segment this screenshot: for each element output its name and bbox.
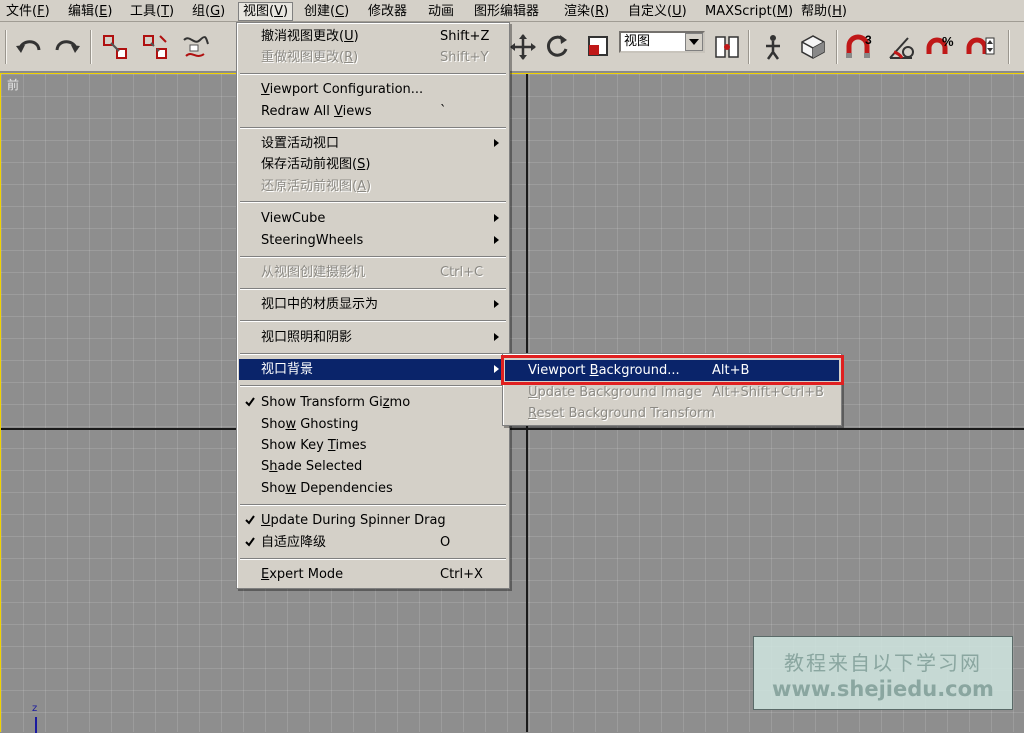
menu-maxscript[interactable]: MAXScript(M) [701, 2, 797, 21]
submenu-arrow-icon [494, 365, 499, 373]
menu-item-update-background-image[interactable]: Update Background Image Alt+Shift+Ctrl+B [505, 382, 839, 403]
menu-tools[interactable]: 工具(T) [126, 2, 178, 21]
highlight-callout-box [501, 355, 844, 385]
menu-item-save-active-view[interactable]: 保存活动前视图(S) [239, 154, 507, 175]
snaps-toggle-icon[interactable]: 3 [842, 30, 876, 64]
keyboard-shortcut-override-icon[interactable] [796, 30, 830, 64]
menu-separator [240, 320, 506, 322]
menu-edit[interactable]: 编辑(E) [64, 2, 116, 21]
redo-icon[interactable] [50, 30, 84, 64]
toolbar-separator [90, 30, 92, 64]
checkmark-icon [245, 537, 255, 547]
snap-dimension-label: 3 [865, 33, 872, 47]
unlink-selection-icon[interactable] [138, 30, 172, 64]
shortcut-label: Alt+Shift+Ctrl+B [712, 385, 824, 400]
select-and-move-icon[interactable] [506, 30, 540, 64]
menu-item-create-camera-from-view[interactable]: 从视图创建摄影机 Ctrl+C [239, 262, 507, 283]
menu-item-adaptive-degradation[interactable]: 自适应降级 O [239, 532, 507, 553]
menu-item-material-display[interactable]: 视口中的材质显示为 [239, 294, 507, 315]
toolbar-separator [1008, 30, 1010, 64]
angle-snap-toggle-icon[interactable] [884, 30, 918, 64]
select-and-manipulate-icon[interactable] [756, 30, 790, 64]
submenu-arrow-icon [494, 300, 499, 308]
horizontal-world-axis [1, 428, 1024, 430]
menu-group[interactable]: 组(G) [188, 2, 229, 21]
toolbar-separator [748, 30, 750, 64]
shortcut-label: O [440, 535, 451, 550]
menu-item-restore-active-view[interactable]: 还原活动前视图(A) [239, 176, 507, 197]
checkmark-icon [245, 515, 255, 525]
menu-item-expert-mode[interactable]: Expert Mode Ctrl+X [239, 564, 507, 585]
submenu-arrow-icon [494, 214, 499, 222]
menu-separator [240, 385, 506, 387]
submenu-arrow-icon [494, 139, 499, 147]
undo-icon[interactable] [12, 30, 46, 64]
axis-tripod-z-label: z [32, 703, 38, 714]
menu-item-viewport-background[interactable]: 视口背景 [239, 359, 507, 380]
axis-tripod-z-line [35, 717, 37, 733]
menu-item-show-dependencies[interactable]: Show Dependencies [239, 478, 507, 499]
shortcut-label: Shift+Z [440, 29, 490, 44]
svg-text:%: % [942, 34, 954, 49]
menu-help[interactable]: 帮助(H) [797, 2, 851, 21]
percent-snap-toggle-icon[interactable]: % [924, 30, 958, 64]
menu-item-redraw-all-views[interactable]: Redraw All Views ` [239, 101, 507, 122]
submenu-arrow-icon [494, 236, 499, 244]
shortcut-label: Ctrl+C [440, 265, 484, 280]
menu-views[interactable]: 视图(V) [238, 2, 294, 21]
menu-item-steeringwheels[interactable]: SteeringWheels [239, 230, 507, 251]
menu-item-redo-view-change[interactable]: 重做视图更改(R) Shift+Y [239, 47, 507, 68]
submenu-arrow-icon [494, 333, 499, 341]
menu-separator [240, 127, 506, 129]
menu-separator [240, 201, 506, 203]
reference-coordinate-value: 视图 [624, 34, 651, 49]
menu-item-viewcube[interactable]: ViewCube [239, 208, 507, 229]
menu-item-undo-view-change[interactable]: 撤消视图更改(U) Shift+Z [239, 26, 507, 47]
menu-rendering[interactable]: 渲染(R) [560, 2, 613, 21]
menu-item-update-during-spinner-drag[interactable]: Update During Spinner Drag [239, 510, 507, 531]
menu-separator [240, 353, 506, 355]
menu-item-shade-selected[interactable]: Shade Selected [239, 456, 507, 477]
menu-separator [240, 288, 506, 290]
menu-create[interactable]: 创建(C) [300, 2, 353, 21]
toolbar-separator [836, 30, 838, 64]
shortcut-label: ` [440, 104, 447, 119]
menu-item-reset-background-transform[interactable]: Reset Background Transform [505, 403, 839, 424]
toolbar-grip [5, 30, 7, 64]
select-and-rotate-icon[interactable] [540, 30, 574, 64]
menu-item-show-ghosting[interactable]: Show Ghosting [239, 414, 507, 435]
shortcut-label: Shift+Y [440, 50, 489, 65]
menu-separator [240, 256, 506, 258]
menu-separator [240, 73, 506, 75]
viewport-label[interactable]: 前 [7, 76, 19, 93]
menu-bar: 文件(F) 编辑(E) 工具(T) 组(G) 视图(V) 创建(C) 修改器 动… [0, 0, 1024, 22]
menu-item-viewport-configuration[interactable]: Viewport Configuration... [239, 79, 507, 100]
menu-item-show-key-times[interactable]: Show Key Times [239, 435, 507, 456]
select-and-link-icon[interactable] [98, 30, 132, 64]
bind-to-space-warp-icon[interactable] [178, 30, 212, 64]
menu-customize[interactable]: 自定义(U) [624, 2, 691, 21]
watermark: 教程来自以下学习网 www.shejiedu.com [753, 636, 1013, 710]
menu-item-show-transform-gizmo[interactable]: Show Transform Gizmo [239, 392, 507, 413]
chevron-down-icon[interactable] [685, 33, 703, 51]
menu-graph-editors[interactable]: 图形编辑器 [470, 2, 543, 21]
menu-separator [240, 558, 506, 560]
reference-coordinate-dropdown[interactable]: 视图 [619, 31, 705, 53]
menu-item-lighting-and-shadows[interactable]: 视口照明和阴影 [239, 327, 507, 348]
menu-item-set-active-viewport[interactable]: 设置活动视口 [239, 133, 507, 154]
main-toolbar: 视图 3 % [0, 22, 1024, 72]
watermark-title: 教程来自以下学习网 [784, 651, 982, 675]
watermark-url: www.shejiedu.com [772, 677, 994, 701]
menu-separator [240, 504, 506, 506]
shortcut-label: Ctrl+X [440, 567, 483, 582]
menu-modifiers[interactable]: 修改器 [364, 2, 411, 21]
menu-file[interactable]: 文件(F) [2, 2, 54, 21]
menu-animation[interactable]: 动画 [424, 2, 458, 21]
spinner-snap-toggle-icon[interactable] [964, 30, 998, 64]
select-and-scale-icon[interactable] [582, 30, 616, 64]
checkmark-icon [245, 397, 255, 407]
views-menu: 撤消视图更改(U) Shift+Z 重做视图更改(R) Shift+Y View… [236, 22, 510, 589]
pivot-center-icon[interactable] [710, 30, 744, 64]
